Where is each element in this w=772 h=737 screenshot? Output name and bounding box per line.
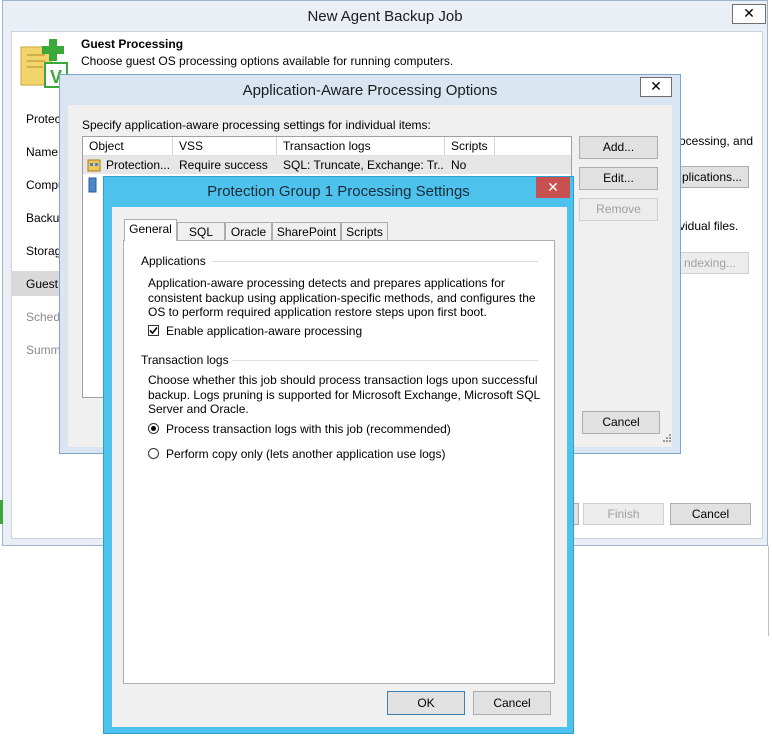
main-cancel-button[interactable]: Cancel [670,503,751,525]
protection-group-icon [87,158,101,172]
main-window-title: New Agent Backup Job [307,8,463,25]
aap-cancel-button[interactable]: Cancel [582,411,660,434]
transaction-logs-description: Choose whether this job should process t… [148,373,540,417]
main-close-button[interactable]: ✕ [732,4,766,24]
header-description: Choose guest OS processing options avail… [81,54,454,68]
row-transaction-logs: SQL: Truncate, Exchange: Tr... [283,158,443,172]
remove-button[interactable]: Remove [579,198,658,221]
tab-general[interactable]: General [124,219,177,241]
pg-close-button[interactable]: ✕ [536,177,570,198]
column-scripts[interactable]: Scripts [445,137,495,155]
ok-button[interactable]: OK [387,691,465,715]
aap-close-button[interactable]: ✕ [640,77,672,97]
close-icon: ✕ [547,179,559,195]
tab-sql[interactable]: SQL [177,222,225,241]
transaction-logs-heading: Transaction logs [141,353,229,367]
column-vss[interactable]: VSS [173,137,277,155]
edit-button[interactable]: Edit... [579,167,658,190]
transaction-logs-divider [232,360,538,361]
background-green-mark [0,500,3,524]
radio-process-logs-label[interactable]: Process transaction logs with this job (… [166,422,451,436]
enable-aap-label[interactable]: Enable application-aware processing [166,324,362,338]
background-edge-line [768,546,769,636]
right-text-files: vidual files. [679,219,739,233]
radio-copy-only[interactable] [148,448,159,459]
table-row[interactable]: Protection... Require success SQL: Trunc… [83,156,571,174]
header-title: Guest Processing [81,37,184,51]
tab-scripts[interactable]: Scripts [341,222,388,241]
step-name[interactable]: Name [26,145,58,159]
computer-icon [88,177,98,193]
row-object: Protection... [106,158,171,172]
applications-heading: Applications [141,254,206,268]
add-button[interactable]: Add... [579,136,658,159]
right-text-processing: ocessing, and [679,134,754,148]
aap-instruction: Specify application-aware processing set… [82,118,431,132]
applications-description: Application-aware processing detects and… [148,276,536,320]
grid-header: Object VSS Transaction logs Scripts [83,137,571,156]
pg-settings-dialog: Protection Group 1 Processing Settings ✕… [103,176,574,734]
column-transaction-logs[interactable]: Transaction logs [277,137,445,155]
checkmark-icon [149,326,158,335]
row-scripts: No [451,158,467,172]
tab-sharepoint[interactable]: SharePoint [272,222,341,241]
applications-button[interactable]: plications... [675,166,749,188]
tab-oracle[interactable]: Oracle [225,222,272,241]
finish-button[interactable]: Finish [583,503,664,525]
aap-dialog-title: Application-Aware Processing Options [242,82,498,99]
pg-dialog-title: Protection Group 1 Processing Settings [207,183,470,200]
indexing-button[interactable]: ndexing... [671,252,749,274]
radio-selected-dot [151,426,156,431]
applications-divider [212,261,538,262]
resize-grip-icon[interactable] [660,433,672,445]
step-summary[interactable]: Summ [26,343,61,357]
radio-process-logs[interactable] [148,423,159,434]
enable-aap-checkbox[interactable] [148,325,159,336]
pg-cancel-button[interactable]: Cancel [473,691,551,715]
row-vss: Require success [179,158,268,172]
column-object[interactable]: Object [83,137,173,155]
radio-copy-only-label[interactable]: Perform copy only (lets another applicat… [166,447,445,461]
